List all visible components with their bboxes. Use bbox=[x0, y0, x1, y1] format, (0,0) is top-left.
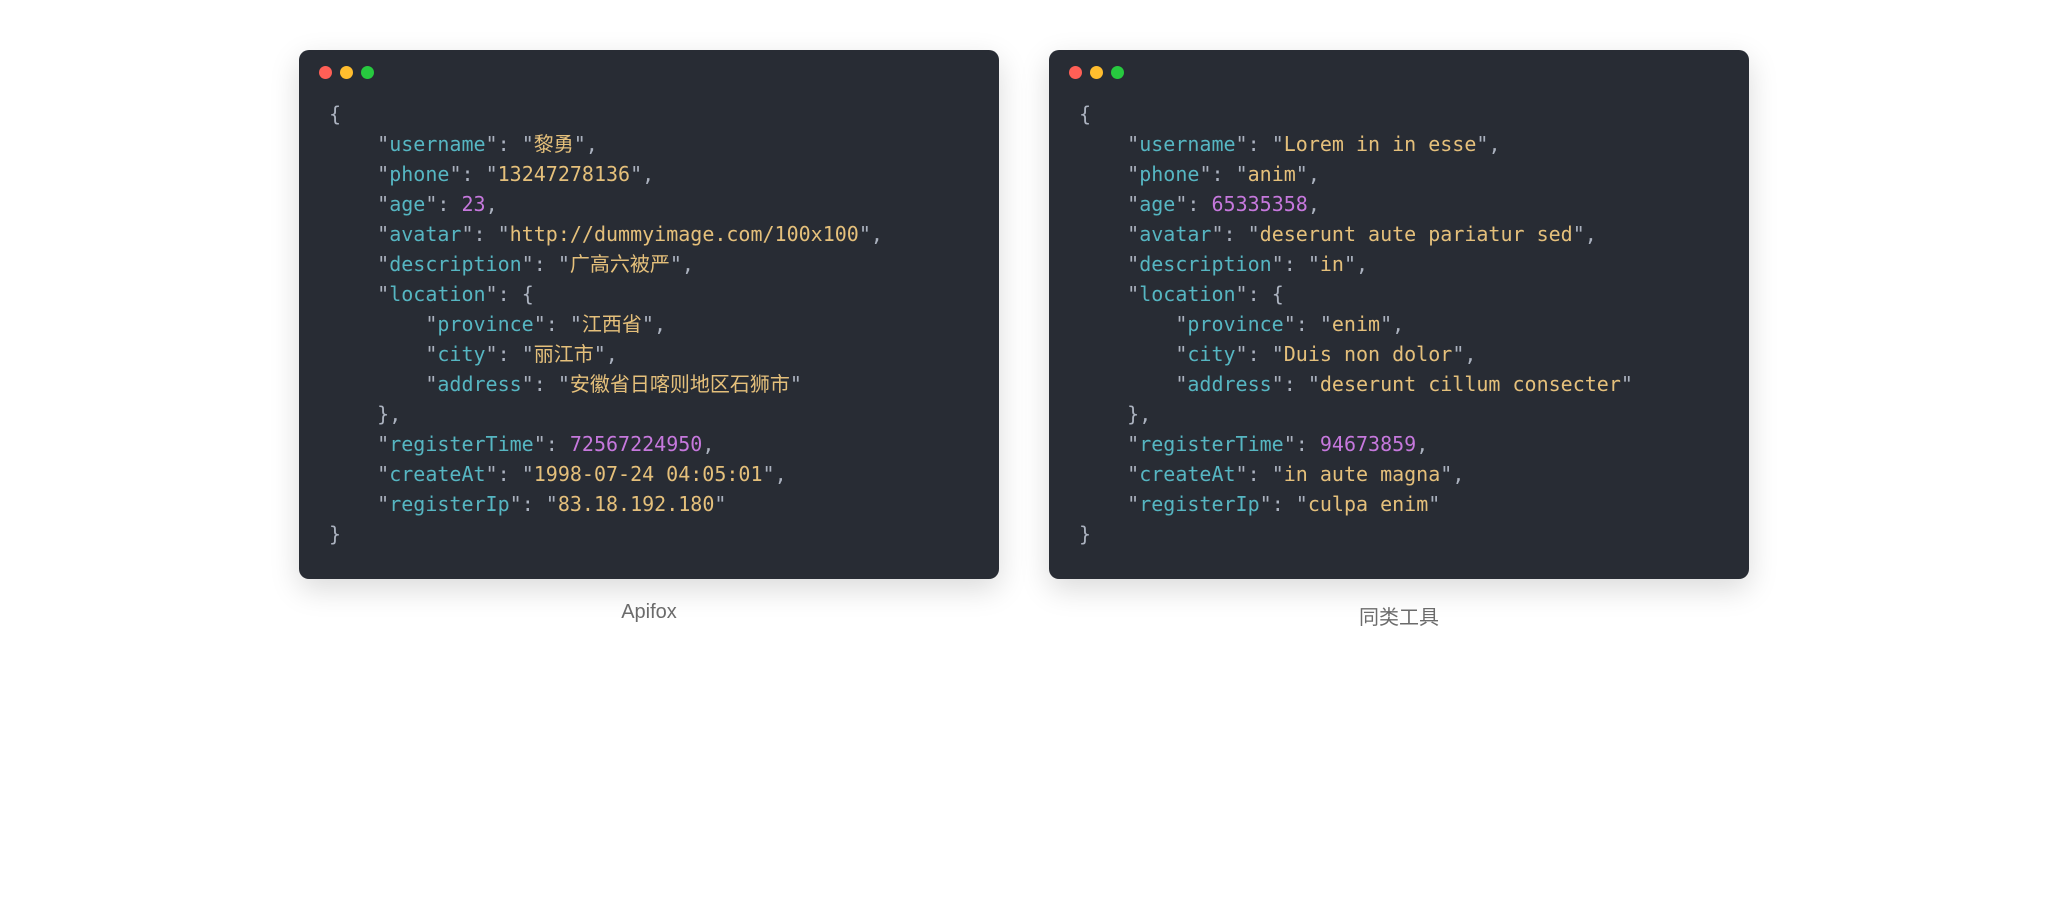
value-age: 23 bbox=[461, 192, 485, 216]
json-code-left: { "username": "黎勇", "phone": "1324727813… bbox=[299, 79, 999, 579]
window-controls bbox=[1049, 50, 1749, 79]
value-address: 安徽省日喀则地区石狮市 bbox=[570, 372, 790, 396]
value-city: Duis non dolor bbox=[1284, 342, 1453, 366]
value-phone: anim bbox=[1248, 162, 1296, 186]
value-address: deserunt cillum consecter bbox=[1320, 372, 1621, 396]
left-panel: { "username": "黎勇", "phone": "1324727813… bbox=[299, 50, 999, 624]
value-username: 黎勇 bbox=[534, 132, 574, 156]
value-avatar: http://dummyimage.com/100x100 bbox=[510, 222, 859, 246]
value-age: 65335358 bbox=[1211, 192, 1307, 216]
value-createAt: in aute magna bbox=[1284, 462, 1441, 486]
value-city: 丽江市 bbox=[534, 342, 594, 366]
maximize-icon bbox=[1111, 66, 1124, 79]
value-registerTime: 94673859 bbox=[1320, 432, 1416, 456]
close-icon bbox=[1069, 66, 1082, 79]
value-registerTime: 72567224950 bbox=[570, 432, 702, 456]
minimize-icon bbox=[1090, 66, 1103, 79]
window-controls bbox=[299, 50, 999, 79]
value-description: 广高六被严 bbox=[570, 252, 670, 276]
code-window-right: { "username": "Lorem in in esse", "phone… bbox=[1049, 50, 1749, 579]
caption-right: 同类工具 bbox=[1359, 601, 1439, 630]
value-avatar: deserunt aute pariatur sed bbox=[1260, 222, 1573, 246]
code-window-left: { "username": "黎勇", "phone": "1324727813… bbox=[299, 50, 999, 579]
right-panel: { "username": "Lorem in in esse", "phone… bbox=[1049, 50, 1749, 630]
value-description: in bbox=[1320, 252, 1344, 276]
value-username: Lorem in in esse bbox=[1284, 132, 1477, 156]
value-province: enim bbox=[1332, 312, 1380, 336]
value-province: 江西省 bbox=[582, 312, 642, 336]
minimize-icon bbox=[340, 66, 353, 79]
value-phone: 13247278136 bbox=[498, 162, 630, 186]
value-createAt: 1998-07-24 04:05:01 bbox=[534, 462, 763, 486]
json-code-right: { "username": "Lorem in in esse", "phone… bbox=[1049, 79, 1749, 579]
caption-left: Apifox bbox=[621, 601, 677, 624]
maximize-icon bbox=[361, 66, 374, 79]
close-icon bbox=[319, 66, 332, 79]
value-registerIp: culpa enim bbox=[1308, 492, 1428, 516]
value-registerIp: 83.18.192.180 bbox=[558, 492, 715, 516]
